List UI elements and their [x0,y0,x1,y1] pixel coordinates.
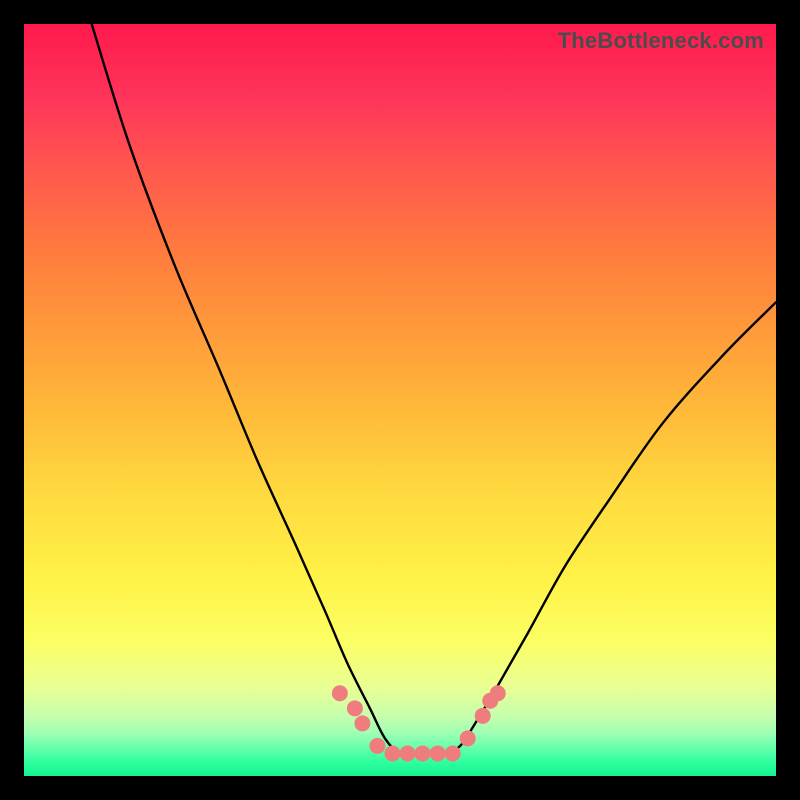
highlight-point [430,745,446,761]
curve-layer [24,24,776,776]
highlight-point [369,738,385,754]
highlight-point [445,745,461,761]
highlight-point [490,685,506,701]
chart-frame: TheBottleneck.com [0,0,800,800]
highlight-point [332,685,348,701]
highlight-point [384,745,400,761]
highlight-point [460,730,476,746]
highlight-point [400,745,416,761]
highlight-point [347,700,363,716]
bottleneck-curve [92,24,776,755]
watermark-text: TheBottleneck.com [558,28,764,54]
highlight-point [475,708,491,724]
highlight-points [332,685,506,761]
plot-area: TheBottleneck.com [24,24,776,776]
highlight-point [354,715,370,731]
highlight-point [415,745,431,761]
